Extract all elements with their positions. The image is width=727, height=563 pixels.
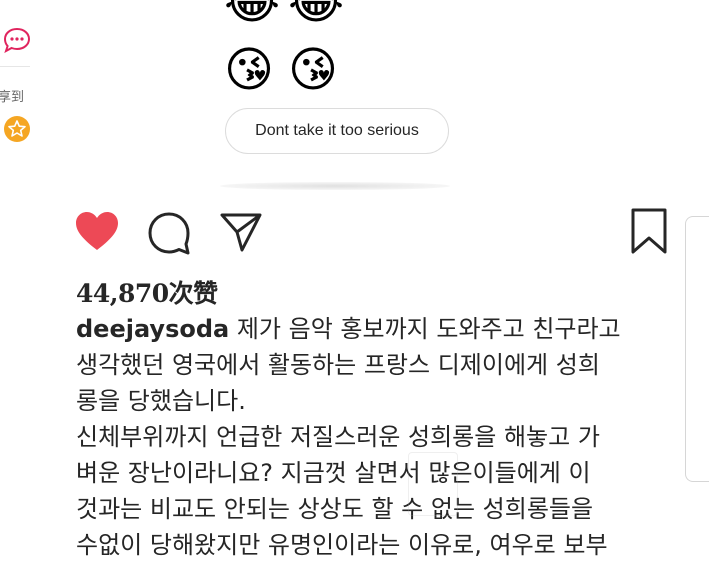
emoji-laughing: 😂: [224, 0, 281, 30]
reply-message: Dont take it too serious: [225, 108, 449, 154]
left-rail: 享到: [0, 0, 40, 544]
caption-line: deejaysoda 제가 음악 홍보까지 도와주고 친구라고: [76, 311, 676, 347]
comment-icon[interactable]: [146, 210, 192, 260]
emoji-laughing: 😂: [288, 0, 345, 30]
caption-line: 수없이 당해왔지만 유명인이라는 이유로, 여우로 보부: [76, 531, 608, 559]
emoji-kiss: 😘: [224, 42, 275, 98]
image-edge-shadow: [220, 182, 450, 190]
emoji-kiss: 😘: [288, 42, 339, 98]
likes-count[interactable]: 44,870次赞: [76, 274, 218, 310]
scrollbar[interactable]: [685, 216, 709, 482]
caption-line: 롱을 당했습니다.: [76, 387, 246, 415]
caption-text: 제가 음악 홍보까지 도와주고 친구라고: [229, 315, 621, 343]
caption-line: 것과는 비교도 안되는 상상도 할 수 없는 성희롱들을: [76, 495, 594, 523]
bookmark-icon[interactable]: [629, 207, 669, 259]
caption-line: 생각했던 영국에서 활동하는 프랑스 디제이에게 성희: [76, 351, 600, 379]
rail-divider: [0, 66, 30, 67]
post-caption: deejaysoda 제가 음악 홍보까지 도와주고 친구라고 생각했던 영국에…: [76, 311, 676, 563]
star-icon[interactable]: [3, 115, 31, 147]
username-link[interactable]: deejaysoda: [76, 315, 229, 343]
heart-icon[interactable]: [74, 210, 120, 256]
caption-line: 신체부위까지 언급한 저질스러운 성희롱을 해놓고 가: [76, 423, 600, 451]
comment-bubble-icon[interactable]: [3, 27, 31, 57]
share-icon[interactable]: [218, 208, 264, 258]
share-label[interactable]: 享到: [0, 86, 24, 105]
caption-line: 벼운 장난이라니요? 지금껏 살면서 많은이들에게 이: [76, 459, 591, 487]
watermark: [408, 452, 458, 516]
